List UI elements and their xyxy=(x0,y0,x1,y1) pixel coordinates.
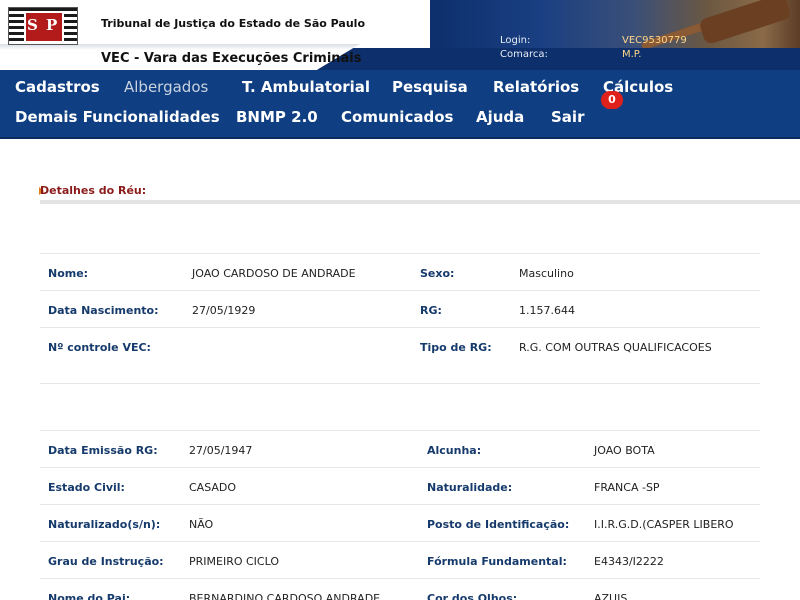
field-label: Alcunha: xyxy=(427,444,482,457)
field-value: AZUIS xyxy=(594,592,628,600)
notification-badge[interactable]: 0 xyxy=(601,91,623,109)
field-value: FRANCA -SP xyxy=(594,481,660,494)
nav-sair[interactable]: Sair xyxy=(551,108,584,126)
comarca-label: Comarca: xyxy=(500,49,548,60)
nav-comunicados[interactable]: Comunicados xyxy=(341,108,453,126)
field-value: BERNARDINO CARDOSO ANDRADE xyxy=(189,592,381,600)
field-value: 1.157.644 xyxy=(519,304,575,317)
login-value: VEC9530779 xyxy=(622,35,687,46)
nav-cadastros[interactable]: Cadastros xyxy=(15,78,100,96)
field-label: Posto de Identificação: xyxy=(427,518,570,531)
nav-t-ambulatorial[interactable]: T. Ambulatorial xyxy=(242,78,370,96)
field-label: RG: xyxy=(420,304,442,317)
table-row: Nº controle VEC: Tipo de RG: R.G. COM OU… xyxy=(40,327,760,364)
nav-relatorios[interactable]: Relatórios xyxy=(493,78,579,96)
table-row: Estado Civil: CASADO Naturalidade: FRANC… xyxy=(40,467,760,504)
field-label: Tipo de RG: xyxy=(420,341,492,354)
section-title: Detalhes do Réu: xyxy=(40,184,147,197)
nav-albergados[interactable]: Albergados xyxy=(124,78,208,96)
system-title: VEC - Vara das Execuções Criminais xyxy=(101,51,362,66)
court-name: Tribunal de Justiça do Estado de São Pau… xyxy=(101,17,365,30)
page-header: S P Tribunal de Justiça do Estado de São… xyxy=(0,0,800,70)
logo-letter-s: S xyxy=(27,16,38,34)
table-row: Nome do Pai: BERNARDINO CARDOSO ANDRADE … xyxy=(40,578,760,600)
comarca-value: M.P. xyxy=(622,49,642,60)
field-label: Nome: xyxy=(48,267,89,280)
field-label: Sexo: xyxy=(420,267,455,280)
field-value: Masculino xyxy=(519,267,574,280)
field-value: I.I.R.G.D.(CASPER LIBERO xyxy=(594,518,734,531)
field-label: Fórmula Fundamental: xyxy=(427,555,567,568)
field-label: Data Emissão RG: xyxy=(48,444,158,457)
field-label: Nº controle VEC: xyxy=(48,341,151,354)
table-bottom-border xyxy=(40,383,760,420)
nav-ajuda[interactable]: Ajuda xyxy=(476,108,524,126)
table-row: Data Nascimento: 27/05/1929 RG: 1.157.64… xyxy=(40,290,760,327)
field-value: E4343/I2222 xyxy=(594,555,664,568)
field-value: 27/05/1929 xyxy=(192,304,256,317)
logo-letter-p: P xyxy=(46,16,58,34)
table-row: Grau de Instrução: PRIMEIRO CICLO Fórmul… xyxy=(40,541,760,578)
field-value: 27/05/1947 xyxy=(189,444,253,457)
section-divider xyxy=(40,200,800,204)
field-label: Naturalidade: xyxy=(427,481,513,494)
field-label: Grau de Instrução: xyxy=(48,555,164,568)
field-value: JOAO CARDOSO DE ANDRADE xyxy=(192,267,356,280)
field-label: Nome do Pai: xyxy=(48,592,131,600)
field-label: Naturalizado(s/n): xyxy=(48,518,161,531)
field-value: R.G. COM OUTRAS QUALIFICACOES xyxy=(519,341,712,354)
field-label: Cor dos Olhos: xyxy=(427,592,518,600)
nav-demais-funcionalidades[interactable]: Demais Funcionalidades xyxy=(15,108,220,126)
nav-bnmp[interactable]: BNMP 2.0 xyxy=(236,108,318,126)
field-value: JOAO BOTA xyxy=(594,444,655,457)
field-value: PRIMEIRO CICLO xyxy=(189,555,280,568)
field-label: Estado Civil: xyxy=(48,481,125,494)
table-row: Data Emissão RG: 27/05/1947 Alcunha: JOA… xyxy=(40,430,760,467)
nav-pesquisa[interactable]: Pesquisa xyxy=(392,78,468,96)
tjsp-logo: S P xyxy=(8,7,78,45)
table-row: Nome: JOAO CARDOSO DE ANDRADE Sexo: Masc… xyxy=(40,253,760,290)
table-row: Naturalizado(s/n): NÃO Posto de Identifi… xyxy=(40,504,760,541)
field-value: NÃO xyxy=(189,518,214,531)
field-value: CASADO xyxy=(189,481,237,494)
field-label: Data Nascimento: xyxy=(48,304,159,317)
login-label: Login: xyxy=(500,35,531,46)
